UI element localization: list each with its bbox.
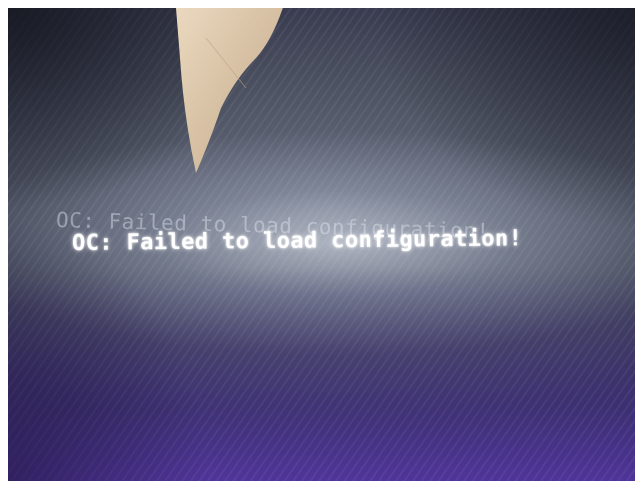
photo-frame: OC: Failed to load configuration! OC: Fa…	[0, 0, 639, 483]
monitor-screen: OC: Failed to load configuration! OC: Fa…	[8, 8, 635, 481]
light-reflection-glare	[176, 8, 306, 178]
boot-error-message: OC: Failed to load configuration!	[71, 226, 523, 256]
